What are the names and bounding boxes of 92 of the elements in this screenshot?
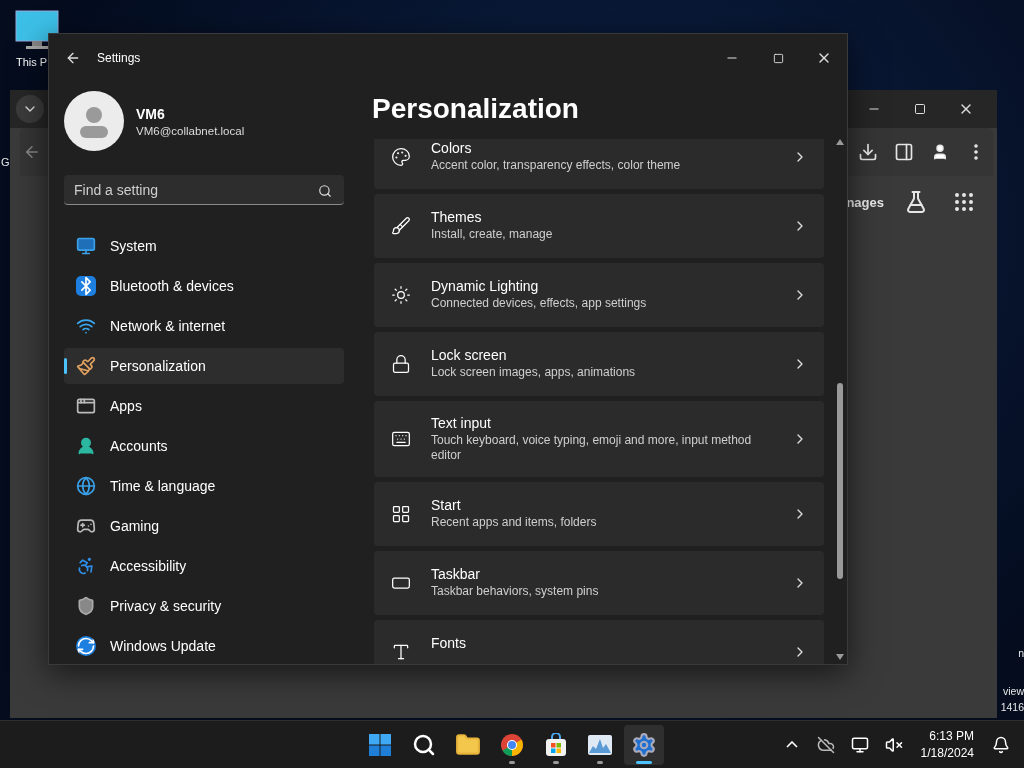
flask-icon	[904, 190, 928, 214]
folder-icon	[455, 731, 481, 758]
search-field[interactable]: Find a setting	[64, 175, 344, 205]
card-subtitle: Recent apps and items, folders	[431, 515, 598, 530]
settings-card[interactable]: Start Recent apps and items, folders	[374, 482, 824, 546]
nav-item[interactable]: Privacy & security	[64, 588, 344, 624]
desktop-icon-label: This P	[16, 56, 48, 68]
chart-window-icon	[587, 733, 613, 756]
nav-item[interactable]: Apps	[64, 388, 344, 424]
person-icon	[76, 436, 96, 456]
card-subtitle: Install, create, manage	[431, 227, 554, 242]
card-title: Taskbar	[431, 566, 482, 582]
bell-icon	[992, 735, 1010, 754]
watermark-text: n	[1018, 647, 1024, 659]
settings-card[interactable]: Text input Touch keyboard, voice typing, emoji and more, input method editor	[374, 401, 824, 477]
shopping-bag-icon	[544, 732, 568, 757]
search-icon	[318, 184, 332, 198]
nav-item[interactable]: Accounts	[64, 428, 344, 464]
lock-icon	[391, 354, 411, 374]
user-email: VM6@collabnet.local	[136, 124, 245, 137]
settings-card[interactable]: Fonts	[374, 620, 824, 664]
gamepad-icon	[76, 516, 96, 536]
card-title: Text input	[431, 415, 492, 431]
apps-icon	[76, 396, 96, 416]
maximize-icon	[772, 52, 784, 64]
card-title: Lock screen	[431, 347, 508, 363]
window-title: Settings	[97, 51, 141, 65]
volume-muted-icon	[884, 735, 903, 754]
settings-card[interactable]: Themes Install, create, manage	[374, 194, 824, 258]
wifi-icon	[76, 316, 96, 336]
images-link[interactable]: nages	[846, 194, 884, 210]
watermark-text: 1416	[1000, 701, 1024, 713]
apps-grid-icon	[952, 190, 976, 214]
browser-logo-icon	[500, 732, 524, 757]
nav-item[interactable]: System	[64, 228, 344, 264]
card-title: Colors	[431, 140, 473, 156]
windows-logo-icon	[368, 732, 392, 757]
nav-item[interactable]: Bluetooth & devices	[64, 268, 344, 304]
nav-item[interactable]: Windows Update	[64, 628, 344, 664]
card-subtitle: Connected devices, effects, app settings	[431, 296, 648, 311]
type-icon	[391, 642, 411, 662]
page-title: Personalization	[372, 92, 580, 126]
globe-icon	[76, 476, 96, 496]
shield-icon	[76, 596, 96, 616]
settings-button[interactable]	[624, 724, 664, 765]
side-panel-icon	[894, 142, 914, 162]
scroll-down-icon[interactable]	[836, 654, 844, 660]
tab-list-button[interactable]	[16, 95, 44, 123]
user-name: VM6	[136, 105, 166, 122]
maximize-icon	[914, 103, 926, 115]
card-subtitle: Lock screen images, apps, animations	[431, 365, 637, 380]
palette-icon	[391, 147, 411, 167]
settings-icon	[631, 731, 657, 758]
card-title: Fonts	[431, 635, 467, 651]
monitor-icon	[850, 735, 869, 754]
scrollbar-thumb[interactable]	[837, 383, 843, 579]
accessibility-icon	[76, 556, 96, 576]
chevron-up-icon	[785, 741, 798, 748]
person-icon	[931, 143, 949, 161]
card-subtitle: Accent color, transparency effects, color theme	[431, 158, 682, 173]
grid-icon	[391, 504, 411, 524]
more-icon	[974, 144, 978, 160]
nav-item[interactable]: Gaming	[64, 508, 344, 544]
nav-item[interactable]: Accessibility	[64, 548, 344, 584]
monitor-icon	[76, 236, 96, 256]
nav-item[interactable]: Network & internet	[64, 308, 344, 344]
search-icon	[412, 732, 436, 757]
keyboard-icon	[391, 429, 411, 449]
settings-card[interactable]: Taskbar Taskbar behaviors, system pins	[374, 551, 824, 615]
settings-card[interactable]: Colors Accent color, transparency effects, color theme	[374, 139, 824, 189]
settings-card[interactable]: Lock screen Lock screen images, apps, animations	[374, 332, 824, 396]
paintbrush-icon	[76, 356, 96, 376]
card-title: Themes	[431, 209, 483, 225]
sun-icon	[391, 285, 411, 305]
watermark-text: view	[1003, 685, 1024, 697]
card-subtitle: Touch keyboard, voice typing, emoji and more, input method editor	[431, 433, 753, 463]
settings-card[interactable]: Dynamic Lighting Connected devices, effects, app settings	[374, 263, 824, 327]
avatar-icon[interactable]	[64, 91, 124, 151]
download-icon	[858, 142, 878, 162]
scroll-up-icon[interactable]	[836, 139, 844, 145]
desktop-text: G	[1, 156, 10, 168]
brush-icon	[391, 216, 411, 236]
card-subtitle: Taskbar behaviors, system pins	[431, 584, 600, 599]
cloud-off-icon	[816, 735, 835, 754]
nav-item[interactable]: Personalization	[64, 348, 344, 384]
clock[interactable]: 6:13 PM 1/18/2024	[912, 729, 982, 760]
refresh-icon	[76, 636, 96, 656]
monitor-icon[interactable]	[15, 10, 59, 50]
bluetooth-icon	[76, 276, 96, 296]
card-title: Dynamic Lighting	[431, 278, 540, 294]
nav-item[interactable]: Time & language	[64, 468, 344, 504]
card-title: Start	[431, 497, 462, 513]
